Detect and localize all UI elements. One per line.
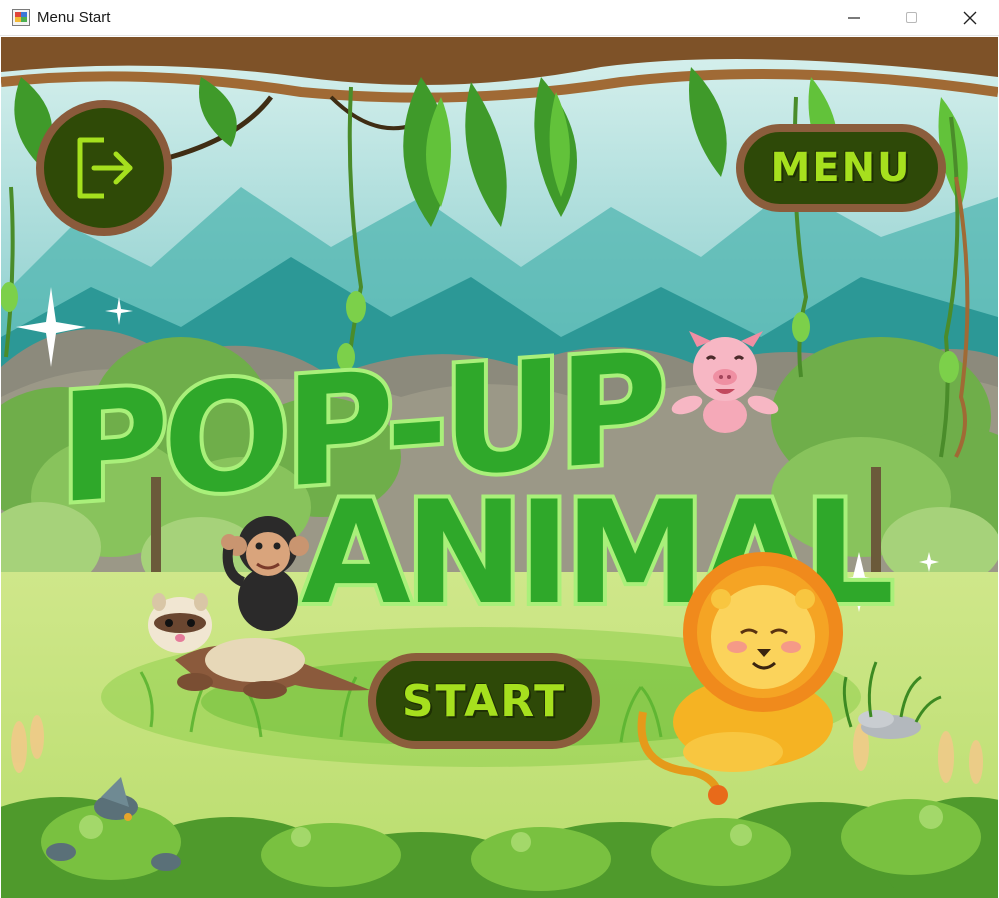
menu-button-label: MENU bbox=[770, 145, 912, 191]
exit-door-icon bbox=[77, 137, 133, 199]
exit-button[interactable] bbox=[36, 100, 172, 236]
start-button[interactable]: START bbox=[368, 653, 600, 749]
window-title: Menu Start bbox=[37, 9, 111, 26]
lion-character bbox=[637, 552, 843, 805]
app-icon bbox=[12, 9, 30, 26]
maximize-button[interactable] bbox=[883, 0, 941, 36]
menu-button[interactable]: MENU bbox=[736, 124, 946, 212]
maximize-icon bbox=[906, 12, 917, 23]
window-titlebar[interactable]: Menu Start bbox=[0, 0, 999, 36]
ferret-character bbox=[148, 593, 370, 699]
pig-character bbox=[671, 331, 779, 433]
close-icon bbox=[963, 11, 977, 25]
start-button-label: START bbox=[401, 675, 567, 727]
close-button[interactable] bbox=[941, 0, 999, 36]
game-scene: POP-UP ANIMAL MENU START bbox=[1, 37, 998, 898]
minimize-button[interactable] bbox=[825, 0, 883, 36]
minimize-icon bbox=[848, 17, 860, 19]
